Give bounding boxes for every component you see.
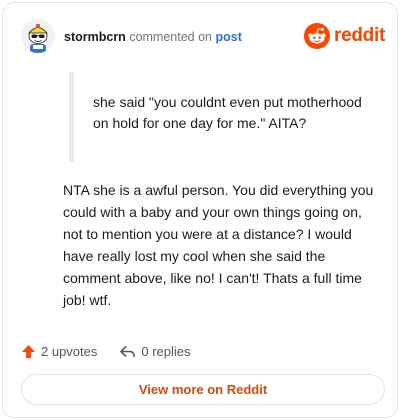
reddit-snoo-icon	[304, 23, 331, 49]
comment-header: stormbcrn commented on post reddit	[21, 17, 385, 57]
upvote-button[interactable]: 2 upvotes	[21, 344, 97, 359]
reddit-wordmark: reddit	[334, 25, 385, 46]
comment-body: NTA she is a awful person. You did every…	[63, 182, 374, 308]
reddit-brand[interactable]: reddit	[304, 23, 385, 49]
post-link[interactable]: post	[215, 30, 241, 44]
reply-arrow-icon	[120, 345, 136, 357]
embedded-comment-card: stormbcrn commented on post reddit she s…	[2, 2, 398, 418]
snoo-avatar-icon[interactable]	[21, 19, 55, 53]
view-more-button[interactable]: View more on Reddit	[21, 374, 385, 405]
comment-byline: stormbcrn commented on post	[64, 29, 242, 45]
reply-count: 0 replies	[141, 343, 191, 359]
upvote-count: 2 upvotes	[41, 343, 98, 359]
blockquote: she said "you couldnt even put motherhoo…	[69, 72, 369, 162]
replies-button[interactable]: 0 replies	[119, 343, 191, 359]
commented-on-label: commented on	[129, 30, 212, 44]
upvote-arrow-icon	[21, 344, 36, 358]
username[interactable]: stormbcrn	[64, 30, 126, 44]
comment-actions: 2 upvotes 0 replies	[21, 341, 191, 361]
